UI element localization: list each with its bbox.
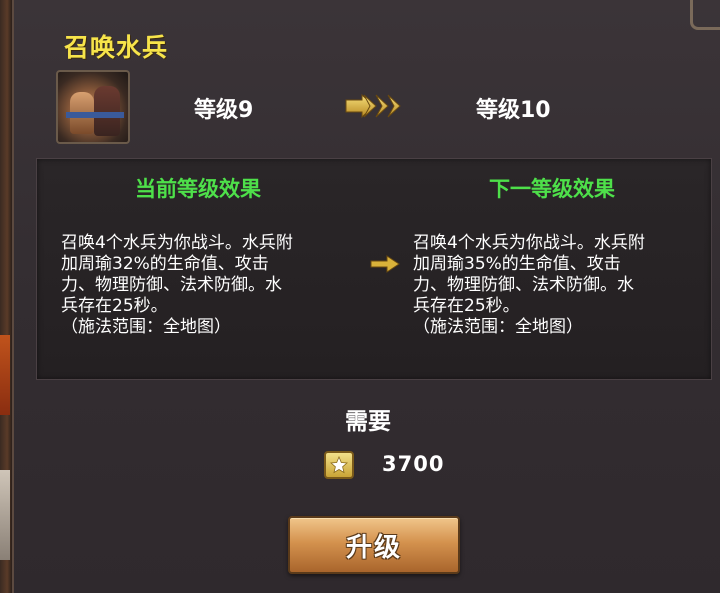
- background-scene-edge: [0, 0, 12, 593]
- cost-value: 3700: [382, 452, 445, 476]
- requirement-label: 需要: [345, 409, 391, 435]
- skill-upgrade-panel: 召唤水兵 等级9 等级10 当前等级效果 下一等级效果 召唤4个水兵为你战斗。水…: [12, 0, 720, 593]
- upgrade-button[interactable]: 升级: [288, 516, 460, 574]
- next-level: 等级10: [476, 98, 551, 123]
- upgrade-button-label: 升级: [345, 532, 402, 563]
- current-effect-description: 召唤4个水兵为你战斗。水兵附 加周瑜32%的生命值、攻击 力、物理防御、法术防御…: [61, 233, 293, 337]
- level-up-arrows-icon: [345, 93, 401, 119]
- star-currency-icon: [324, 451, 354, 479]
- effects-comparison-box: 当前等级效果 下一等级效果 召唤4个水兵为你战斗。水兵附 加周瑜32%的生命值、…: [36, 158, 712, 380]
- background-decoration: [0, 335, 10, 415]
- panel-corner-frame: [690, 0, 720, 30]
- arrow-right-icon: [370, 255, 400, 273]
- skill-name: 召唤水兵: [64, 33, 169, 62]
- next-effect-title: 下一等级效果: [489, 177, 615, 201]
- current-effect-title: 当前等级效果: [135, 177, 261, 201]
- current-level: 等级9: [194, 98, 254, 123]
- next-effect-description: 召唤4个水兵为你战斗。水兵附 加周瑜35%的生命值、攻击 力、物理防御、法术防御…: [413, 233, 645, 337]
- water-soldier-skill-icon: [56, 70, 130, 144]
- background-decoration: [0, 470, 10, 560]
